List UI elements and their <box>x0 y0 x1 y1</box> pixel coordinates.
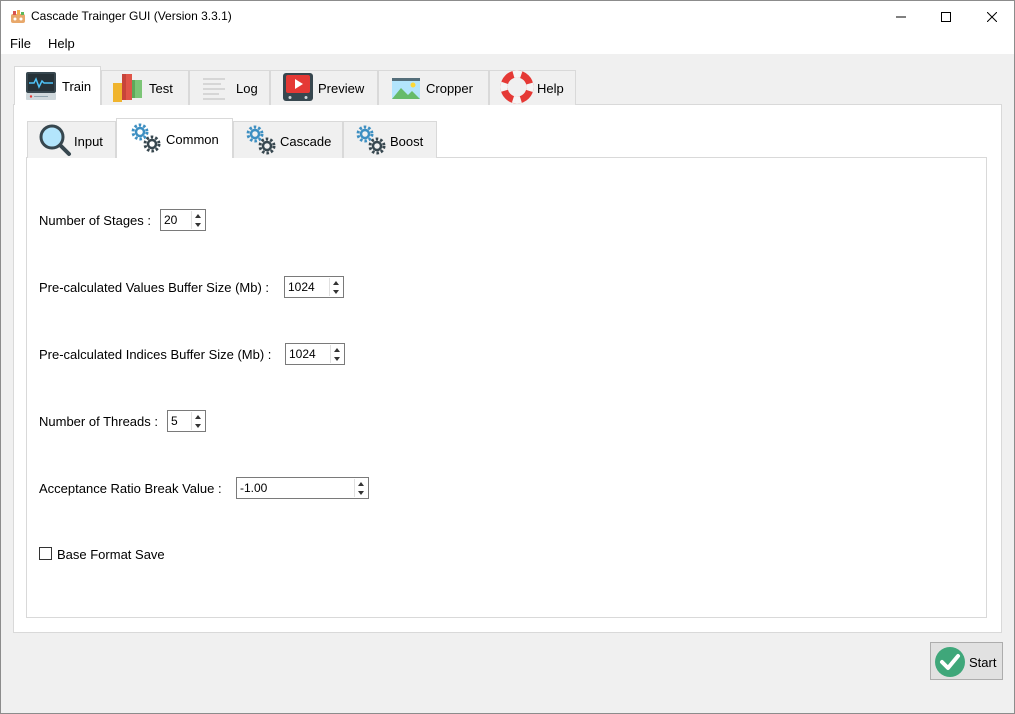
acceptance-label: Acceptance Ratio Break Value : <box>39 481 222 496</box>
values-buffer-spinbox[interactable]: 1024 <box>284 276 344 298</box>
tab-train[interactable]: Train <box>14 66 101 105</box>
app-logo-icon <box>10 8 26 24</box>
threads-spinbox[interactable]: 5 <box>167 410 206 432</box>
chevron-up-icon <box>334 347 340 352</box>
values-buffer-label: Pre-calculated Values Buffer Size (Mb) : <box>39 280 270 295</box>
acceptance-spinbox[interactable]: -1.00 <box>236 477 369 499</box>
lifebuoy-icon <box>500 70 534 107</box>
spin-down-button[interactable] <box>192 220 204 229</box>
close-icon <box>987 11 997 22</box>
spin-up-button[interactable] <box>192 412 204 421</box>
stages-value: 20 <box>164 213 178 227</box>
start-button[interactable]: Start <box>930 642 1003 680</box>
tab-log-label: Log <box>236 81 258 96</box>
play-icon <box>281 71 315 108</box>
chevron-down-icon <box>358 490 364 495</box>
tab-preview-label: Preview <box>318 81 365 96</box>
tab-help-label: Help <box>537 81 564 96</box>
tab-boost-label: Boost <box>390 134 424 149</box>
stages-label: Number of Stages : <box>39 213 151 228</box>
blocks-icon <box>112 71 146 106</box>
image-icon <box>391 75 421 104</box>
tab-log[interactable]: Log <box>189 70 270 105</box>
close-button[interactable] <box>969 1 1015 32</box>
check-icon <box>934 646 966 681</box>
gears-icon <box>129 121 163 158</box>
tab-input[interactable]: Input <box>27 121 116 158</box>
title-bar: Cascade Trainger GUI (Version 3.3.1) <box>1 1 1014 32</box>
spin-down-button[interactable] <box>192 421 204 430</box>
chevron-up-icon <box>195 414 201 419</box>
indices-buffer-label: Pre-calculated Indices Buffer Size (Mb) … <box>39 347 272 362</box>
tab-common-label: Common <box>166 132 219 147</box>
gears-icon <box>354 123 388 160</box>
indices-buffer-value: 1024 <box>289 347 316 361</box>
spin-up-button[interactable] <box>331 345 343 354</box>
chevron-up-icon <box>333 280 339 285</box>
chevron-down-icon <box>333 289 339 294</box>
chevron-down-icon <box>334 356 340 361</box>
threads-value: 5 <box>171 414 178 428</box>
tab-help[interactable]: Help <box>489 70 576 105</box>
spin-up-button[interactable] <box>355 479 367 488</box>
log-icon <box>200 72 230 107</box>
menu-bar: File Help <box>1 32 1014 54</box>
tab-cascade-label: Cascade <box>280 134 332 149</box>
minimize-button[interactable] <box>878 1 924 32</box>
start-label: Start <box>969 655 997 670</box>
minimize-icon <box>896 16 906 17</box>
magnifier-icon <box>38 123 72 160</box>
threads-label: Number of Threads : <box>39 414 158 429</box>
monitor-icon <box>25 70 57 105</box>
chevron-up-icon <box>195 213 201 218</box>
gears-icon <box>244 123 278 160</box>
tab-preview[interactable]: Preview <box>270 70 378 105</box>
values-buffer-value: 1024 <box>288 280 315 294</box>
tab-cropper[interactable]: Cropper <box>378 70 489 105</box>
stages-spinbox[interactable]: 20 <box>160 209 206 231</box>
tab-common[interactable]: Common <box>116 118 233 158</box>
maximize-icon <box>941 11 951 22</box>
tab-cropper-label: Cropper <box>426 81 473 96</box>
menu-file[interactable]: File <box>10 36 31 51</box>
spin-up-button[interactable] <box>330 278 342 287</box>
tab-input-label: Input <box>74 134 103 149</box>
menu-help[interactable]: Help <box>48 36 75 51</box>
tab-train-label: Train <box>62 79 92 94</box>
spin-up-button[interactable] <box>192 211 204 220</box>
acceptance-value: -1.00 <box>240 481 268 495</box>
tab-test[interactable]: Test <box>101 70 189 105</box>
tab-boost[interactable]: Boost <box>343 121 437 158</box>
tab-test-label: Test <box>149 81 173 96</box>
chevron-down-icon <box>195 423 201 428</box>
tab-cascade[interactable]: Cascade <box>233 121 343 158</box>
chevron-up-icon <box>358 481 364 486</box>
spin-down-button[interactable] <box>355 488 367 497</box>
spin-down-button[interactable] <box>331 354 343 363</box>
base-format-save-checkbox[interactable] <box>39 547 52 560</box>
maximize-button[interactable] <box>923 1 969 32</box>
indices-buffer-spinbox[interactable]: 1024 <box>285 343 345 365</box>
spin-down-button[interactable] <box>330 287 342 296</box>
base-format-save-label[interactable]: Base Format Save <box>57 547 165 562</box>
app-window: Cascade Trainger GUI (Version 3.3.1) Fil… <box>0 0 1015 714</box>
chevron-down-icon <box>195 222 201 227</box>
window-title: Cascade Trainger GUI (Version 3.3.1) <box>31 9 232 23</box>
